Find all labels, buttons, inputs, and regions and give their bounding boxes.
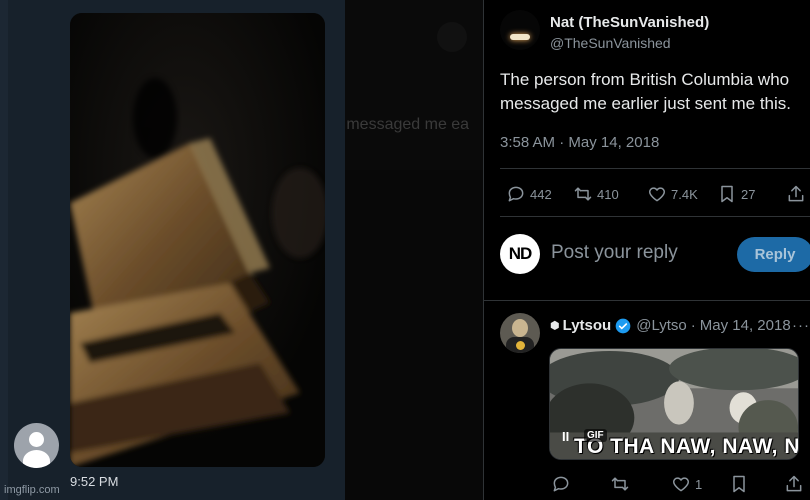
retweet-icon	[574, 187, 592, 201]
chat-screenshot: 9:52 PM imgflip.com	[0, 0, 345, 500]
gif-caption: TO THA NAW, NAW, NAW	[574, 435, 799, 458]
pause-icon[interactable]: II	[562, 429, 569, 444]
gif-badge: GIF	[584, 429, 607, 442]
share-icon	[786, 475, 802, 492]
bookmark-count: 27	[741, 186, 756, 202]
reply-share-action[interactable]	[784, 473, 804, 495]
retweet-action[interactable]: 410	[573, 183, 619, 205]
hexagon-badge-icon: ⬢	[550, 320, 560, 332]
faded-background-text: o messaged me ea	[345, 116, 470, 133]
reply-separator: ·	[690, 317, 696, 334]
reply-author-name[interactable]: Lytsou	[563, 317, 612, 334]
tweet-time[interactable]: 3:58 AM	[500, 134, 555, 151]
reply-button[interactable]: Reply	[737, 237, 810, 272]
reply-bookmark-action[interactable]	[729, 473, 749, 495]
like-count: 7.4K	[671, 186, 698, 202]
reply-author-handle[interactable]: @Lytso	[636, 317, 687, 334]
author-name[interactable]: Nat (TheSunVanished)	[550, 14, 709, 31]
bookmark-icon	[721, 185, 733, 203]
verified-icon	[615, 318, 631, 333]
reply-like-count: 1	[695, 476, 703, 492]
reply-input[interactable]: Post your reply	[551, 242, 678, 264]
reply-icon	[508, 186, 524, 202]
reply-author-avatar[interactable]	[500, 313, 540, 353]
bookmark-icon	[733, 475, 745, 493]
chat-photo-message[interactable]	[70, 13, 325, 467]
reply-like-action[interactable]: 1	[671, 473, 702, 495]
dark-stairs-photo	[70, 13, 325, 467]
tweet-date[interactable]: May 14, 2018	[568, 134, 659, 151]
reply-icon	[553, 476, 569, 492]
author-avatar[interactable]	[500, 10, 540, 50]
like-action[interactable]: 7.4K	[647, 183, 698, 205]
current-user-avatar[interactable]: ND	[500, 234, 540, 274]
reply-date[interactable]: May 14, 2018	[700, 317, 791, 334]
reply-gif[interactable]: TO THA NAW, NAW, NAW II GIF	[549, 348, 799, 460]
bookmark-action[interactable]: 27	[717, 183, 755, 205]
reply-header: ⬢ Lytsou @Lytso · May 14, 2018	[550, 317, 791, 334]
tweet-timestamp: 3:58 AM · May 14, 2018	[500, 134, 659, 151]
like-icon	[672, 477, 690, 492]
background-band	[345, 170, 483, 500]
reply-divider	[484, 300, 810, 301]
reply-count: 442	[530, 186, 552, 202]
message-timestamp: 9:52 PM	[70, 474, 119, 489]
share-icon	[788, 185, 804, 202]
meta-separator: ·	[559, 134, 565, 151]
share-action[interactable]	[786, 183, 806, 205]
faded-avatar	[437, 22, 467, 52]
more-icon[interactable]: ···	[792, 317, 810, 334]
tweet-text: The person from British Columbia who mes…	[500, 70, 792, 113]
stats-divider-bottom	[500, 216, 810, 217]
tweet-thread: Nat (TheSunVanished) @TheSunVanished The…	[484, 0, 810, 500]
background-column: o messaged me ea	[345, 0, 483, 500]
reply-reply-action[interactable]	[551, 473, 571, 495]
retweet-icon	[611, 477, 629, 491]
user-avatar-placeholder-icon[interactable]	[14, 423, 59, 468]
reply-retweet-action[interactable]	[610, 473, 630, 495]
retweet-count: 410	[597, 186, 619, 202]
imgflip-watermark: imgflip.com	[4, 484, 60, 496]
stats-divider-top	[500, 168, 810, 169]
chat-sidebar-edge	[0, 0, 8, 500]
like-icon	[648, 187, 666, 202]
reply-action[interactable]: 442	[506, 183, 552, 205]
author-handle[interactable]: @TheSunVanished	[550, 35, 671, 51]
